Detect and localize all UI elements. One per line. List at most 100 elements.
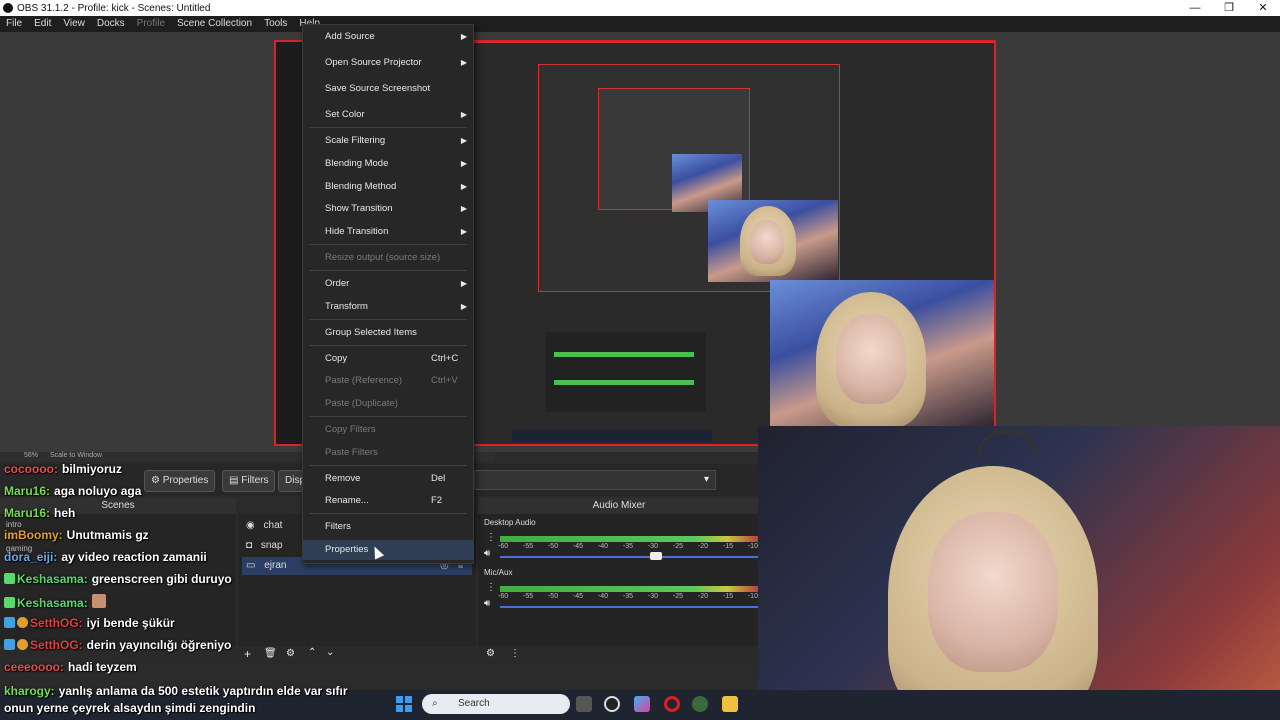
- chat-message: imBoomy: Unutmamis gz: [4, 528, 149, 542]
- menu-view[interactable]: View: [57, 16, 91, 32]
- xbox-icon[interactable]: [692, 696, 708, 712]
- submenu-arrow-icon: ▶: [460, 110, 467, 119]
- menu-bar: File Edit View Docks Profile Scene Colle…: [0, 16, 1280, 32]
- menu-separator: [309, 345, 467, 346]
- chevron-down-icon: ▾: [703, 474, 709, 485]
- windows-start-icon[interactable]: [396, 696, 412, 712]
- copilot-icon[interactable]: [634, 696, 650, 712]
- chat-message: cocoooo: bilmiyoruz: [4, 462, 123, 476]
- menu-item-transform[interactable]: Transform ▶: [303, 297, 473, 317]
- more-options-icon[interactable]: ⋮: [486, 582, 496, 593]
- submenu-arrow-icon: ▶: [460, 279, 467, 288]
- obs-taskbar-icon[interactable]: [604, 696, 620, 712]
- menu-item-copy[interactable]: Copy Ctrl+C: [303, 349, 473, 369]
- source-context-menu: Add Source ▶ Open Source Projector ▶ Save …: [302, 24, 474, 564]
- more-options-icon[interactable]: ⋮: [486, 532, 496, 543]
- speaker-icon[interactable]: 🔊︎: [484, 548, 490, 559]
- task-view-icon[interactable]: [576, 696, 592, 712]
- chat-message: SetthOG: derin yayıncılığı öğreniyo: [4, 638, 231, 652]
- menu-item-order[interactable]: Order ▶: [303, 274, 473, 294]
- menu-item-hide-transition[interactable]: Hide Transition ▶: [303, 222, 473, 242]
- menu-tools[interactable]: Tools: [258, 16, 293, 32]
- gift-badge-icon: [17, 639, 28, 650]
- desktop-audio-fader-handle[interactable]: [650, 552, 662, 560]
- submenu-arrow-icon: ▶: [460, 182, 467, 191]
- desktop-audio-meter: [500, 536, 758, 542]
- menu-separator: [309, 127, 467, 128]
- menu-item-filters[interactable]: Filters: [303, 517, 473, 537]
- webcam-face: [928, 512, 1058, 672]
- submenu-arrow-icon: ▶: [460, 58, 467, 67]
- menu-file[interactable]: File: [0, 16, 28, 32]
- menu-item-blending-mode[interactable]: Blending Mode ▶: [303, 154, 473, 174]
- menu-profile[interactable]: Profile: [131, 16, 171, 32]
- menu-item-set-color[interactable]: Set Color ▶: [303, 105, 473, 125]
- verified-badge-icon: [4, 597, 15, 608]
- menu-separator: [309, 270, 467, 271]
- menu-docks[interactable]: Docks: [91, 16, 131, 32]
- menu-item-save-source-screenshot[interactable]: Save Source Screenshot: [303, 79, 473, 99]
- nested-taskbar: [512, 430, 712, 442]
- submenu-arrow-icon: ▶: [460, 32, 467, 41]
- display-select[interactable]: ▾: [474, 470, 716, 490]
- gift-badge-icon: [17, 617, 28, 628]
- headband-icon: [978, 430, 1036, 454]
- menu-separator: [309, 244, 467, 245]
- file-explorer-icon[interactable]: [722, 696, 738, 712]
- mixer-settings-icon[interactable]: ⚙: [486, 648, 495, 659]
- speaker-icon[interactable]: 🔊︎: [484, 598, 490, 609]
- opera-icon[interactable]: [664, 696, 680, 712]
- menu-separator: [309, 416, 467, 417]
- chat-message: Maru16: heh: [4, 506, 76, 520]
- scale-percent: 56%: [24, 452, 39, 459]
- mic-aux-fader[interactable]: [500, 606, 758, 608]
- sub-badge-icon: [4, 639, 15, 650]
- audio-mixer-title: Audio Mixer: [478, 498, 760, 514]
- obs-logo-icon: [3, 3, 13, 13]
- menu-item-rename[interactable]: Rename... F2: [303, 491, 473, 511]
- close-button[interactable]: ✕: [1246, 0, 1280, 16]
- chat-message: kharogy: yanlış anlama da 500 estetik yap…: [4, 684, 348, 698]
- scale-mode[interactable]: Scale to Window: [50, 452, 102, 459]
- desktop-audio-fader[interactable]: [500, 556, 758, 558]
- emote-icon: [91, 594, 106, 608]
- chat-message: Keshasama: greenscreen gibi duruyo: [4, 572, 232, 586]
- mixer-menu-icon[interactable]: ⋮: [510, 648, 520, 659]
- menu-item-paste-duplicate: Paste (Duplicate): [325, 398, 398, 409]
- nested-face-mid: [750, 220, 784, 264]
- menu-edit[interactable]: Edit: [28, 16, 57, 32]
- menu-item-show-transition[interactable]: Show Transition ▶: [303, 199, 473, 219]
- verified-badge-icon: [4, 573, 15, 584]
- menu-item-blending-method[interactable]: Blending Method ▶: [303, 177, 473, 197]
- menu-item-resize-output: Resize output (source size): [325, 252, 441, 263]
- menu-item-scale-filtering[interactable]: Scale Filtering ▶: [303, 131, 473, 151]
- menu-item-paste-filters: Paste Filters: [325, 447, 378, 458]
- chat-message: SetthOG: iyi bende şükür: [4, 616, 175, 630]
- menu-separator: [309, 319, 467, 320]
- nested-face-large: [836, 314, 906, 404]
- menu-item-add-source[interactable]: Add Source ▶: [303, 27, 473, 47]
- desktop-audio-label: Desktop Audio: [484, 518, 536, 527]
- window-title: OBS 31.1.2 - Profile: kick - Scenes: Unt…: [17, 2, 211, 14]
- taskbar-search[interactable]: ⌕ Search: [422, 694, 570, 714]
- menu-item-paste-reference: Paste (Reference) Ctrl+V: [325, 375, 458, 386]
- menu-item-remove[interactable]: Remove Del: [303, 469, 473, 489]
- menu-item-group-selected-items[interactable]: Group Selected Items: [303, 323, 473, 343]
- chat-message: ceeeoooo: hadi teyzem: [4, 660, 137, 674]
- mic-aux-scale: -60 -55 -50 -45 -40 -35 -30 -25 -20 -15 -10: [498, 593, 758, 600]
- audio-mixer-dock: Audio Mixer Desktop Audio -60 -55 -50 -45 -4…: [478, 498, 760, 664]
- menu-item-properties[interactable]: Properties: [303, 540, 473, 560]
- chat-message: dora_eiji: ay video reaction zamanii: [4, 550, 207, 564]
- mic-aux-meter: [500, 586, 758, 592]
- chat-message: Keshasama:: [4, 594, 108, 610]
- submenu-arrow-icon: ▶: [460, 159, 467, 168]
- sub-badge-icon: [4, 617, 15, 628]
- menu-item-copy-filters: Copy Filters: [325, 424, 376, 435]
- minimize-button[interactable]: —: [1178, 0, 1212, 16]
- menu-scene-collection[interactable]: Scene Collection: [171, 16, 258, 32]
- maximize-button[interactable]: ❐: [1212, 0, 1246, 16]
- submenu-arrow-icon: ▶: [460, 204, 467, 213]
- menu-item-open-source-projector[interactable]: Open Source Projector ▶: [303, 53, 473, 73]
- menu-separator: [309, 513, 467, 514]
- webcam-overlay: [758, 426, 1280, 720]
